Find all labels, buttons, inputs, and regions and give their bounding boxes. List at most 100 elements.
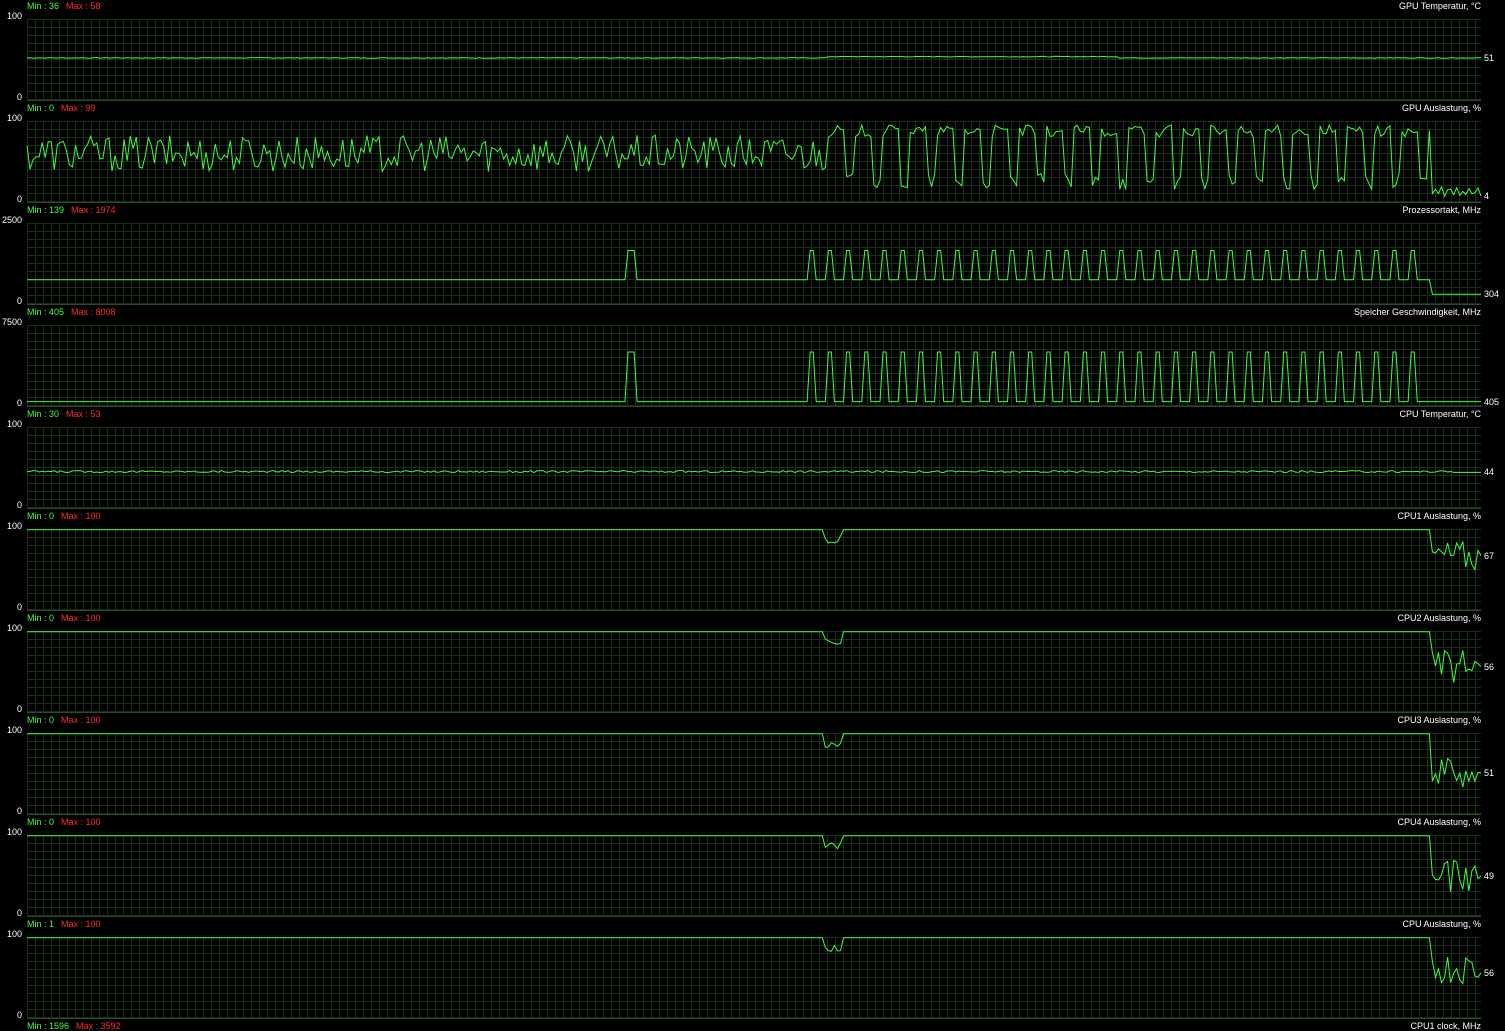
- max-value: Max : 100: [61, 613, 101, 623]
- min-value: Min : 0: [27, 613, 55, 623]
- trace-line: [27, 351, 1481, 403]
- current-value-label: 304: [1484, 289, 1500, 300]
- trace-line: [27, 631, 1482, 683]
- minmax-readout: Min : 1596 Max : 3592: [27, 1021, 121, 1031]
- current-value-label: 56: [1484, 967, 1495, 978]
- min-value: Min : 1596: [27, 1021, 70, 1031]
- panel-cpu-load: Min : 1 Max : 100 CPU Auslastung, % 100 0…: [0, 918, 1505, 1020]
- graph-trace: [27, 351, 1481, 403]
- minmax-readout: Min : 139 Max : 1974: [27, 205, 116, 216]
- graph-trace: [27, 631, 1482, 683]
- max-value: Max : 58: [66, 1, 101, 11]
- trace-line: [27, 250, 1481, 295]
- graph-trace: [27, 529, 1482, 571]
- graph-plot-area[interactable]: [27, 325, 1481, 407]
- y-axis-max-label: 100: [6, 11, 22, 21]
- graph-plot-area[interactable]: [26, 121, 1482, 203]
- y-axis-max-label: 100: [6, 725, 22, 735]
- graph-title: Prozessortakt, MHz: [1402, 205, 1481, 215]
- panel-gpu-load: Min : 0 Max : 99 GPU Auslastung, % 100 0 …: [0, 102, 1505, 204]
- current-value-label: 67: [1484, 550, 1495, 561]
- trace-line: [27, 733, 1482, 788]
- y-axis-max-label: 7500: [1, 317, 22, 327]
- trace-line: [27, 937, 1482, 985]
- graph-title: CPU1 Auslastung, %: [1397, 511, 1481, 521]
- trace-line: [27, 835, 1482, 892]
- current-value-label: 51: [1484, 767, 1495, 778]
- minmax-readout: Min : 30 Max : 53: [27, 409, 101, 420]
- panel-cpu1-load: Min : 0 Max : 100 CPU1 Auslastung, % 100 …: [0, 510, 1505, 612]
- graph-title: CPU4 Auslastung, %: [1397, 817, 1481, 827]
- panel-cpu2-load: Min : 0 Max : 100 CPU2 Auslastung, % 100 …: [0, 612, 1505, 714]
- y-axis-max-label: 100: [6, 827, 22, 837]
- panel-cpu3-load: Min : 0 Max : 100 CPU3 Auslastung, % 100 …: [0, 714, 1505, 816]
- y-axis-max-label: 100: [6, 419, 22, 429]
- panel-cpu1-clock: Min : 1596 Max : 3592 CPU1 clock, MHz: [0, 1020, 1505, 1031]
- graph-title: CPU Temperatur, °C: [1399, 409, 1481, 419]
- panel-core-clock: Min : 139 Max : 1974 Prozessortakt, MHz 2…: [0, 204, 1505, 306]
- graph-plot-area[interactable]: [27, 223, 1481, 305]
- min-value: Min : 36: [27, 1, 60, 11]
- graph-plot-area[interactable]: [26, 427, 1481, 509]
- max-value: Max : 53: [66, 409, 101, 419]
- minmax-readout: Min : 1 Max : 100: [27, 919, 101, 930]
- min-value: Min : 0: [27, 817, 55, 827]
- monitoring-graph-window: Min : 36 Max : 58 GPU Temperatur, °C 100 …: [0, 0, 1505, 1031]
- graph-title: GPU Temperatur, °C: [1399, 1, 1481, 11]
- max-value: Max : 100: [61, 919, 101, 929]
- max-value: Max : 100: [61, 715, 101, 725]
- panel-gpu-temperature: Min : 36 Max : 58 GPU Temperatur, °C 100 …: [0, 0, 1505, 102]
- min-value: Min : 0: [27, 103, 55, 113]
- minmax-readout: Min : 0 Max : 100: [27, 613, 101, 624]
- trace-line: [27, 529, 1482, 571]
- graph-plot-area[interactable]: [27, 937, 1482, 1019]
- minmax-readout: Min : 405 Max : 8008: [27, 307, 116, 318]
- graph-trace: [27, 733, 1482, 788]
- current-value-label: 56: [1484, 661, 1495, 672]
- graph-plot-area[interactable]: [26, 19, 1482, 101]
- panel-memory-clock: Min : 405 Max : 8008 Speicher Geschwindig…: [0, 306, 1505, 408]
- max-value: Max : 3592: [76, 1021, 121, 1031]
- current-value-label: 51: [1484, 52, 1495, 63]
- max-value: Max : 99: [61, 103, 96, 113]
- max-value: Max : 1974: [71, 205, 116, 215]
- graph-trace: [26, 55, 1482, 59]
- min-value: Min : 405: [27, 307, 65, 317]
- y-axis-max-label: 100: [6, 521, 22, 531]
- graph-title: CPU Auslastung, %: [1402, 919, 1481, 929]
- graph-trace: [26, 123, 1482, 198]
- graph-trace: [27, 937, 1482, 985]
- graph-trace: [26, 469, 1481, 474]
- trace-line: [26, 469, 1481, 474]
- min-value: Min : 0: [27, 511, 55, 521]
- max-value: Max : 100: [61, 511, 101, 521]
- current-value-label: 44: [1484, 467, 1495, 478]
- current-value-label: 4: [1484, 191, 1490, 202]
- y-axis-max-label: 100: [6, 929, 22, 939]
- max-value: Max : 100: [61, 817, 101, 827]
- current-value-label: 49: [1484, 871, 1495, 882]
- minmax-readout: Min : 0 Max : 100: [27, 715, 101, 726]
- trace-line: [26, 55, 1482, 59]
- minmax-readout: Min : 36 Max : 58: [27, 1, 101, 12]
- panel-cpu4-load: Min : 0 Max : 100 CPU4 Auslastung, % 100 …: [0, 816, 1505, 918]
- y-axis-max-label: 100: [6, 113, 22, 123]
- graph-title: GPU Auslastung, %: [1401, 103, 1481, 113]
- graph-plot-area[interactable]: [27, 733, 1482, 815]
- max-value: Max : 8008: [71, 307, 116, 317]
- graph-title: CPU1 clock, MHz: [1410, 1021, 1481, 1031]
- graph-trace: [27, 250, 1481, 295]
- trace-line: [26, 123, 1482, 198]
- y-axis-max-label: 2500: [1, 215, 22, 225]
- current-value-label: 405: [1484, 396, 1500, 407]
- min-value: Min : 1: [27, 919, 55, 929]
- graph-plot-area[interactable]: [27, 835, 1482, 917]
- graph-plot-area[interactable]: [27, 631, 1482, 713]
- min-value: Min : 0: [27, 715, 55, 725]
- minmax-readout: Min : 0 Max : 100: [27, 817, 101, 828]
- graph-plot-area[interactable]: [27, 529, 1482, 611]
- graph-title: CPU2 Auslastung, %: [1397, 613, 1481, 623]
- graph-title: Speicher Geschwindigkeit, MHz: [1353, 307, 1481, 317]
- min-value: Min : 139: [27, 205, 65, 215]
- graph-trace: [27, 835, 1482, 892]
